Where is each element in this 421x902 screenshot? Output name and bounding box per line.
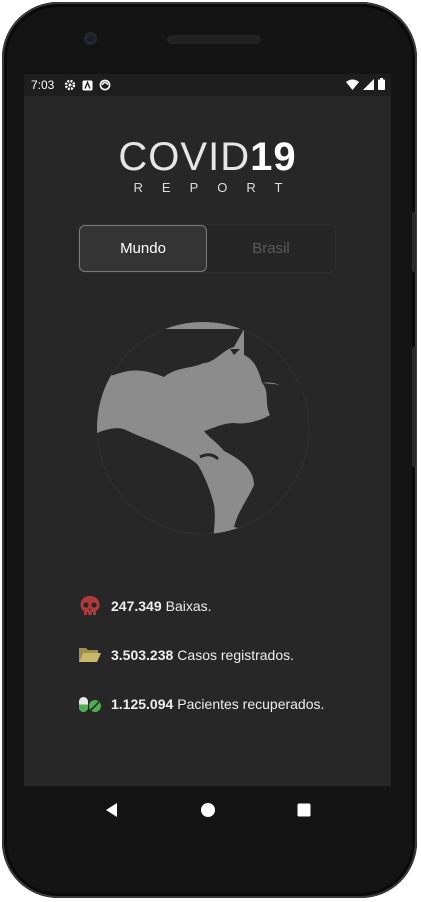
- tab-mundo[interactable]: Mundo: [79, 225, 207, 272]
- folder-icon: [79, 648, 101, 662]
- stats-list: 247.349 Baixas. 3.503.238 Casos registra…: [78, 594, 324, 741]
- speaker-grille: [167, 35, 261, 44]
- wifi-icon: [346, 79, 359, 90]
- region-toggle: Mundo Brasil: [79, 225, 335, 272]
- status-bar: 7:03: [24, 74, 391, 96]
- logo-title-thin: COVID: [118, 135, 251, 179]
- home-icon[interactable]: [200, 802, 216, 818]
- pills-icon: [79, 697, 101, 712]
- stat-cases: 3.503.238 Casos registrados.: [78, 643, 324, 667]
- globe-icon: [97, 322, 309, 534]
- stat-cases-label: Casos registrados.: [177, 647, 295, 663]
- stat-deaths-value: 247.349: [111, 598, 162, 614]
- skull-icon: [80, 596, 100, 615]
- logo-title: COVID19: [24, 134, 391, 180]
- app-screen: 7:03 COVID19 REPORT Mundo Brasil 247.349…: [24, 74, 391, 786]
- stat-deaths-label: Baixas.: [165, 598, 212, 614]
- front-camera: [84, 32, 97, 45]
- stat-recovered-label: Pacientes recuperados.: [177, 696, 325, 712]
- tab-brasil[interactable]: Brasil: [207, 225, 335, 272]
- gear-icon: [65, 79, 76, 91]
- status-time: 7:03: [31, 78, 55, 92]
- stat-cases-value: 3.503.238: [111, 647, 174, 663]
- logo-subtitle: REPORT: [133, 180, 302, 195]
- app-logo: COVID19 REPORT: [24, 134, 391, 195]
- back-icon[interactable]: [104, 802, 120, 818]
- volume-button: [412, 347, 416, 467]
- nav-bar: [24, 786, 391, 834]
- logo-title-bold: 19: [250, 135, 297, 179]
- power-button: [412, 212, 416, 272]
- stat-recovered-value: 1.125.094: [111, 696, 174, 712]
- accessibility-icon: [82, 80, 93, 90]
- stat-recovered: 1.125.094 Pacientes recuperados.: [78, 692, 324, 716]
- battery-icon: [378, 78, 385, 90]
- sync-icon: [99, 79, 111, 91]
- signal-icon: [363, 78, 374, 90]
- recents-icon[interactable]: [297, 803, 311, 817]
- stat-deaths: 247.349 Baixas.: [78, 594, 324, 618]
